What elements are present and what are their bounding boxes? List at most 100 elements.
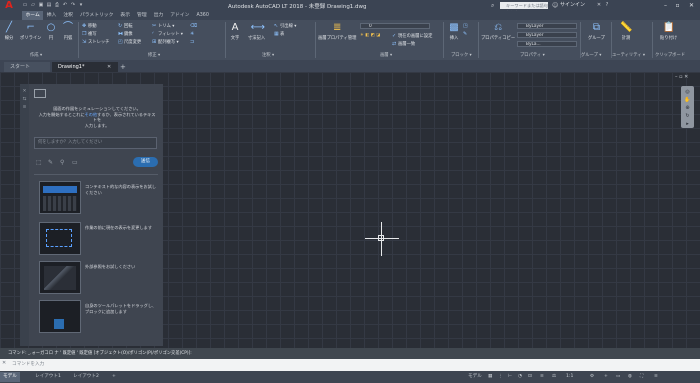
annotation-scale-icon[interactable]: ⚖ (552, 373, 556, 381)
explode-tool[interactable]: ✳ (190, 31, 196, 37)
palette-autohide-icon[interactable]: ⇆ (21, 96, 28, 104)
scale-tool[interactable]: ◰尺度変更 (118, 39, 141, 45)
layers-panel-title[interactable]: 画層 ▾ (380, 52, 392, 58)
layer-properties-button[interactable]: ≣ 画層プロパティ管理 (318, 22, 356, 41)
modify-panel-title[interactable]: 修正 ▾ (148, 52, 160, 58)
color-dropdown[interactable]: ByLayer (517, 23, 577, 29)
match-layer-tool[interactable]: ⇄ 画層一致 (392, 41, 415, 47)
annotation-scale-value[interactable]: 1:1 (566, 373, 573, 381)
tab-a360[interactable]: A360 (193, 11, 212, 20)
layout1-tab[interactable]: レイアウト1 (32, 372, 64, 382)
pin-icon[interactable]: ✎ (48, 159, 53, 166)
move-tool[interactable]: ✥ 移動 (82, 23, 97, 29)
units-icon[interactable]: ▭ (616, 373, 620, 381)
osnap-icon[interactable]: ⊡ (528, 373, 532, 381)
groups-panel-title[interactable]: グループ ▾ (581, 52, 601, 58)
offset-tool[interactable]: ⊐ (190, 39, 196, 45)
send-button[interactable]: 送信 (133, 157, 158, 167)
maximize-button[interactable]: ▫ (672, 1, 683, 10)
text-tool-button[interactable]: A 文字 (229, 22, 241, 41)
attach-icon[interactable]: ⚲ (60, 159, 64, 166)
palette-title-strip[interactable] (20, 84, 29, 346)
line-tool-button[interactable]: ╱ 線分 (3, 22, 15, 41)
tab-parametric[interactable]: パラメトリック (76, 11, 116, 20)
image-icon[interactable]: ▭ (72, 159, 78, 166)
steering-wheel-icon[interactable]: ◎ (683, 89, 692, 95)
command-line[interactable] (0, 359, 700, 371)
ortho-icon[interactable]: ⊢ (508, 373, 512, 381)
polar-icon[interactable]: ◔ (518, 373, 522, 381)
clipboard-panel-title[interactable]: クリップボード (655, 52, 685, 58)
array-tool[interactable]: ⊞ 配列複写 ▾ (152, 39, 179, 45)
copy-tool[interactable]: ❐ 複写 (82, 31, 97, 37)
workspace-gear-icon[interactable]: ⚙ (590, 373, 594, 381)
snap-icon[interactable]: ⋮ (498, 373, 503, 381)
model-space-toggle[interactable]: モデル (468, 373, 482, 381)
save-icon[interactable]: ▣ (38, 2, 44, 8)
tip-card[interactable]: コンテキスト的な内容の表示をお試しください (34, 178, 158, 218)
autocad-logo-icon[interactable]: A (2, 1, 16, 11)
set-current-layer-tool[interactable]: ✓ 現在の画層に設定 (392, 33, 432, 39)
signin-button[interactable]: サインイン (560, 2, 585, 9)
linetype-dropdown[interactable]: ByLayer (517, 32, 577, 38)
orbit-icon[interactable]: ↻ (683, 113, 692, 119)
grid-icon[interactable]: ▦ (488, 373, 492, 381)
close-tab-icon[interactable]: ✕ (107, 64, 111, 70)
tab-insert[interactable]: 挿入 (43, 11, 60, 20)
undo-icon[interactable]: ↶ (62, 2, 68, 8)
polyline-tool-button[interactable]: ⌐ ポリライン (20, 22, 41, 41)
match-properties-button[interactable]: ⎌ プロパティコピー (481, 22, 515, 41)
screenshot-icon[interactable]: ⬚ (36, 159, 42, 166)
paste-button[interactable]: 📋 貼り付け (660, 22, 677, 41)
palette-properties-icon[interactable]: ≡ (21, 104, 28, 112)
layer-tool-icons[interactable]: ☀ ◧ ◩ ◪ (360, 33, 380, 39)
edit-block-tool[interactable]: ✎ (463, 31, 469, 37)
pan-hand-icon[interactable]: ✋ (683, 97, 692, 103)
tip-card[interactable]: 外部参照をお試しください (34, 258, 158, 296)
block-panel-title[interactable]: ブロック ▾ (451, 52, 472, 58)
command-input[interactable]: コマンドを入力 (12, 361, 44, 367)
trim-tool[interactable]: ✂ トリム ▾ (152, 23, 174, 29)
lineweight-dropdown[interactable]: ByLa... (517, 41, 577, 47)
circle-tool-button[interactable]: ○ 円 (45, 22, 57, 41)
tip-card[interactable]: 自身のツールパレットをドラッグし、ブロックに追加します (34, 297, 158, 337)
tip-card[interactable]: 作業の前に現在の表示を変更します (34, 219, 158, 259)
open-icon[interactable]: ▱ (30, 2, 36, 8)
qat-dropdown-icon[interactable]: ▾ (78, 2, 84, 8)
tab-output[interactable]: 出力 (150, 11, 167, 20)
redo-icon[interactable]: ↷ (70, 2, 76, 8)
showmotion-icon[interactable]: ▸ (683, 121, 692, 127)
command-line-close-icon[interactable]: ✕ (2, 360, 6, 366)
palette-question-input[interactable]: 何をしますか？入力してください (34, 137, 157, 149)
tab-addins[interactable]: アドイン (167, 11, 193, 20)
measure-button[interactable]: 📏 計測 (620, 22, 632, 41)
zoom-extents-icon[interactable]: ⊕ (683, 105, 692, 111)
search-binoculars-icon[interactable]: ⌕ (491, 2, 498, 9)
new-tab-plus-icon[interactable]: + (120, 62, 126, 72)
new-icon[interactable]: ▭ (22, 2, 28, 8)
dimension-tool-button[interactable]: ⟷ 寸法記入 (248, 22, 265, 41)
leader-tool[interactable]: ↖ 引出線 ▾ (274, 23, 296, 29)
palette-close-icon[interactable]: ✕ (21, 88, 28, 96)
tab-home[interactable]: ホーム (22, 11, 44, 20)
print-icon[interactable]: ⎙ (54, 2, 60, 8)
minimize-button[interactable]: – (660, 1, 671, 10)
viewport-restore-icon[interactable]: – ▫ ✕ (675, 74, 688, 80)
navigation-bar[interactable]: ◎ ✋ ⊕ ↻ ▸ (681, 86, 694, 128)
tab-annotate[interactable]: 注釈 (60, 11, 77, 20)
prompt-link[interactable]: その他 (85, 112, 98, 117)
layout2-tab[interactable]: レイアウト2 (70, 372, 102, 382)
start-tab[interactable]: スタート (4, 62, 50, 72)
lineweight-icon[interactable]: ≡ (540, 373, 544, 381)
utilities-panel-title[interactable]: ユーティリティ ▾ (612, 52, 645, 58)
close-button[interactable]: ✕ (686, 1, 697, 10)
insert-block-button[interactable]: ▩ 挿入 (448, 22, 460, 41)
clean-screen-icon[interactable]: ⛶ (640, 373, 643, 381)
tab-manage[interactable]: 管理 (134, 11, 151, 20)
current-layer-dropdown[interactable]: 0 (360, 23, 430, 29)
mirror-tool[interactable]: ⧓鏡像 (118, 31, 133, 37)
draw-panel-title[interactable]: 作成 ▾ (30, 52, 42, 58)
add-layout-icon[interactable]: + (112, 373, 116, 381)
table-tool[interactable]: ▦表 (274, 31, 284, 37)
annotation-panel-title[interactable]: 注釈 ▾ (262, 52, 274, 58)
